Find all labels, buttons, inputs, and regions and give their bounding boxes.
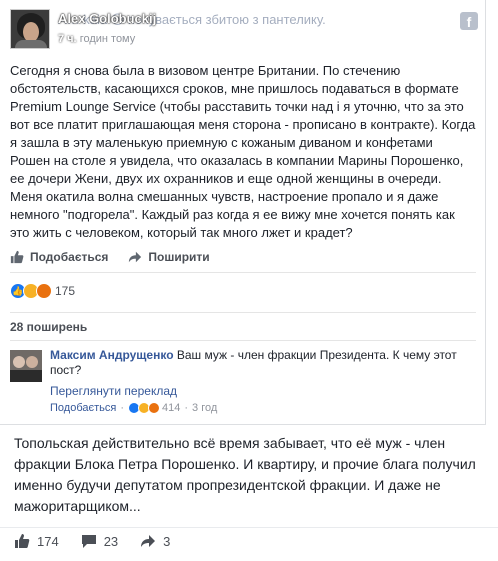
comment-bubble-icon <box>81 535 96 548</box>
post-body: Сегодня я снова была в визовом центре Бр… <box>10 62 476 242</box>
shares-stat[interactable]: 3 <box>140 533 170 549</box>
embedded-post-screenshot: А… kaia 😢 почувається збитою з пантелику… <box>0 0 486 425</box>
commenter-name[interactable]: Максим Андрущенко <box>50 348 174 362</box>
comments-stat[interactable]: 23 <box>81 533 118 549</box>
divider <box>0 527 498 528</box>
facebook-icon: f <box>460 12 478 30</box>
comment-reactions[interactable] <box>128 402 160 414</box>
post-timestamp[interactable]: 7 ч. годин тому <box>58 33 135 45</box>
comment-reaction-count: 414 <box>162 402 181 414</box>
post-actions: Подобається Поширити <box>10 248 210 266</box>
share-arrow-icon <box>129 251 142 263</box>
post-footer-stats: 174 23 3 <box>14 533 170 549</box>
comment-like-button[interactable]: Подобається <box>50 402 116 414</box>
share-button[interactable]: Поширити <box>128 248 210 266</box>
reactions-summary[interactable]: 👍 175 <box>10 282 75 300</box>
share-arrow-icon <box>141 535 156 547</box>
post-caption: Топольская действительно всё время забыв… <box>14 435 476 514</box>
like-button[interactable]: Подобається <box>10 248 108 266</box>
likes-stat[interactable]: 174 <box>14 533 59 549</box>
comment-meta: Подобається · 414 · 3 год <box>50 402 218 414</box>
divider <box>10 340 476 341</box>
angry-reaction-icon <box>148 402 160 414</box>
watermark-name: Alex Golobuckij <box>58 11 157 26</box>
post-text: Сегодня я снова была в визовом центре Бр… <box>10 63 476 240</box>
thumbs-up-icon <box>10 250 24 264</box>
divider <box>10 312 476 313</box>
post-header: А… kaia 😢 почувається збитою з пантелику… <box>0 0 485 56</box>
comment-body: Максим Андрущенко Ваш муж - член фракции… <box>50 348 470 378</box>
angry-reaction-icon <box>36 283 52 299</box>
commenter-avatar[interactable] <box>10 350 42 382</box>
reaction-count: 175 <box>55 284 76 298</box>
shares-count[interactable]: 28 поширень <box>10 320 87 334</box>
comment-age[interactable]: 3 год <box>192 402 217 414</box>
divider <box>10 272 476 273</box>
comment: Максим Андрущенко Ваш муж - член фракции… <box>10 348 476 420</box>
see-translation-link[interactable]: Переглянути переклад <box>50 384 177 398</box>
author-avatar[interactable] <box>10 9 50 49</box>
thumbs-up-icon <box>15 534 30 548</box>
